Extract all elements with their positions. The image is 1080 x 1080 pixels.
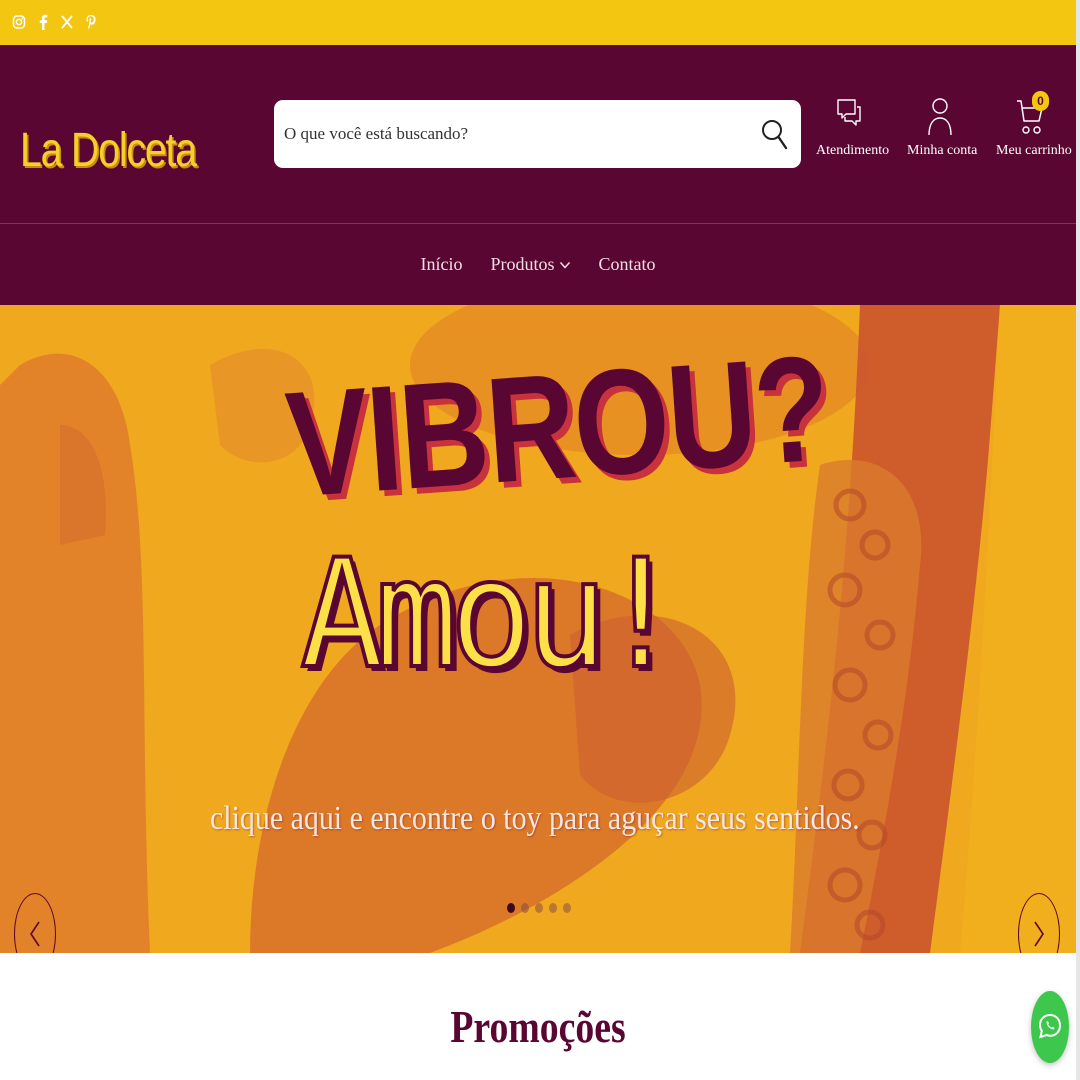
instagram-icon[interactable] [12, 12, 26, 32]
x-icon[interactable] [60, 12, 74, 32]
account-link[interactable]: Minha conta [907, 97, 978, 159]
hero-title-line-1: VIBROU? [281, 323, 834, 529]
chat-icon [837, 99, 861, 126]
social-bar [0, 0, 1076, 45]
cart-label: Meu carrinho [996, 143, 1072, 158]
section-title-promocoes: Promoções [450, 1001, 626, 1052]
cart-count-badge: 0 [1032, 91, 1049, 111]
account-label: Minha conta [907, 143, 978, 158]
page-scrollbar[interactable] [1076, 0, 1080, 1080]
social-links [12, 12, 98, 32]
hero-title-line-2: Amou! [298, 528, 684, 702]
whatsapp-button[interactable] [1031, 991, 1069, 1063]
nav-item-label: Início [420, 254, 463, 274]
whatsapp-icon [1038, 1013, 1062, 1039]
user-icon [928, 98, 952, 136]
chevron-right-icon [1034, 921, 1044, 947]
carousel-dot[interactable] [535, 903, 543, 913]
chevron-left-icon [30, 921, 40, 947]
search-button[interactable] [755, 110, 795, 158]
chevron-down-icon [559, 261, 570, 269]
carousel-dot[interactable] [521, 903, 529, 913]
search-icon [762, 120, 788, 150]
carousel-dot[interactable] [507, 903, 515, 913]
hero-subtitle[interactable]: clique aqui e encontre o toy para aguçar… [210, 800, 860, 838]
support-label: Atendimento [816, 143, 890, 158]
carousel-dot[interactable] [563, 903, 571, 913]
nav-item-label: Contato [598, 254, 656, 274]
search-input[interactable] [284, 118, 744, 150]
main-nav: Início Produtos Contato [0, 223, 1076, 305]
cart-link[interactable]: 0 Meu carrinho [996, 91, 1072, 159]
nav-item-label: Produtos [490, 254, 555, 274]
site-header: La Dolceta Atendimento Minha conta 0 [0, 45, 1076, 223]
support-link[interactable]: Atendimento [816, 97, 890, 159]
search-box [274, 100, 801, 168]
carousel-pagination [507, 903, 571, 913]
site-logo[interactable]: La Dolceta [20, 123, 197, 178]
facebook-icon[interactable] [36, 12, 50, 32]
nav-item-inicio[interactable]: Início [420, 254, 462, 275]
nav-item-contato[interactable]: Contato [599, 254, 656, 275]
pinterest-icon[interactable] [84, 12, 98, 32]
nav-item-produtos[interactable]: Produtos [490, 254, 570, 275]
carousel-dot[interactable] [549, 903, 557, 913]
